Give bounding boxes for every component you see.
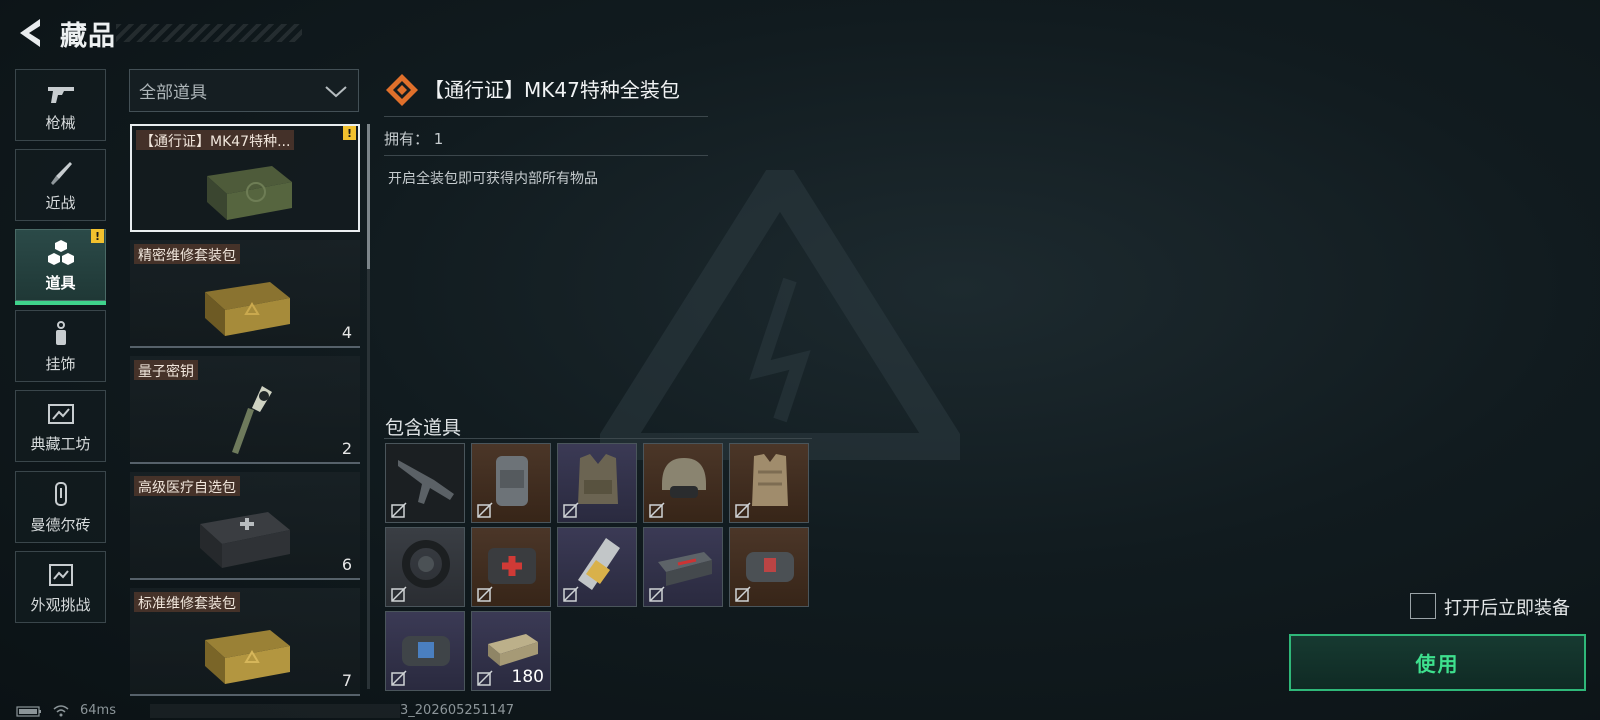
dropdown-selected-value: 全部道具 xyxy=(139,83,207,103)
medical-kit-case-image xyxy=(200,512,290,568)
brick-icon xyxy=(46,480,76,510)
content-slot[interactable] xyxy=(557,527,637,607)
category-mandel-brick[interactable]: 曼德尔砖 xyxy=(15,471,106,543)
bound-icon xyxy=(649,502,665,518)
list-item[interactable]: 标准维修套装包 7 xyxy=(130,588,360,696)
category-label: 道具 xyxy=(45,273,76,292)
alert-badge: ! xyxy=(91,229,104,243)
alert-badge: ! xyxy=(343,126,356,140)
category-label: 外观挑战 xyxy=(30,595,91,614)
list-scrollbar-thumb[interactable] xyxy=(367,124,370,269)
bound-icon xyxy=(391,502,407,518)
bound-icon xyxy=(649,586,665,602)
equip-immediately-checkbox[interactable] xyxy=(1410,593,1436,619)
bound-icon xyxy=(735,586,751,602)
challenge-icon xyxy=(46,560,76,590)
list-item[interactable]: 精密维修套装包 4 xyxy=(130,240,360,348)
item-filter-dropdown[interactable]: 全部道具 xyxy=(129,69,359,112)
contents-heading: 包含道具 xyxy=(385,417,462,439)
cubes-icon xyxy=(46,238,76,268)
network-ping: 64ms xyxy=(80,703,116,718)
build-version: 3_202605251147 xyxy=(400,703,515,718)
owned-value: 1 xyxy=(433,130,444,148)
item-count: 7 xyxy=(341,671,352,690)
bound-icon xyxy=(477,586,493,602)
list-item[interactable]: 量子密钥 2 xyxy=(130,356,360,464)
use-button-label: 使用 xyxy=(1415,652,1460,676)
divider xyxy=(384,438,812,439)
bound-icon xyxy=(563,586,579,602)
item-count: 2 xyxy=(341,439,352,458)
list-item[interactable]: 高级医疗自选包 6 xyxy=(130,472,360,580)
bound-icon xyxy=(563,502,579,518)
equip-immediately-label: 打开后立即装备 xyxy=(1444,598,1570,619)
content-slot[interactable] xyxy=(729,443,809,523)
category-workshop[interactable]: 典藏工坊 xyxy=(15,390,106,462)
title-decoration xyxy=(116,24,302,42)
content-slot[interactable]: 180 xyxy=(471,611,551,691)
page-title: 藏品 xyxy=(60,21,116,52)
content-slot[interactable] xyxy=(385,527,465,607)
bound-icon xyxy=(477,502,493,518)
divider xyxy=(384,116,708,117)
content-slot[interactable] xyxy=(643,443,723,523)
content-slot[interactable] xyxy=(385,443,465,523)
category-label: 近战 xyxy=(45,193,76,212)
bound-icon xyxy=(735,502,751,518)
quantum-key-image xyxy=(232,386,272,454)
content-slot[interactable] xyxy=(471,527,551,607)
build-id-mask xyxy=(150,704,400,718)
item-name: 精密维修套装包 xyxy=(134,244,240,264)
category-firearms[interactable]: 枪械 xyxy=(15,69,106,141)
item-quantity: 180 xyxy=(511,667,544,687)
content-slot[interactable] xyxy=(471,443,551,523)
category-label: 枪械 xyxy=(45,113,76,132)
owned-count: 拥有： 1 xyxy=(384,128,443,149)
item-name: 标准维修套装包 xyxy=(134,592,240,612)
category-items[interactable]: 道具 ! xyxy=(15,229,106,305)
content-slot[interactable] xyxy=(643,527,723,607)
category-label: 曼德尔砖 xyxy=(30,515,91,534)
item-count: 4 xyxy=(341,323,352,342)
category-appearance-challenge[interactable]: 外观挑战 xyxy=(15,551,106,623)
item-name: 高级医疗自选包 xyxy=(134,476,240,496)
item-count: 6 xyxy=(341,555,352,574)
gun-icon xyxy=(46,78,76,108)
background-emblem xyxy=(600,170,960,460)
frame-icon xyxy=(46,399,76,429)
bound-icon xyxy=(391,670,407,686)
item-name: 【通行证】MK47特种... xyxy=(136,130,295,150)
use-button[interactable]: 使用 xyxy=(1289,634,1586,691)
content-slot[interactable] xyxy=(385,611,465,691)
content-slot[interactable] xyxy=(729,527,809,607)
owned-label: 拥有： xyxy=(384,130,430,148)
item-detail-title: 【通行证】MK47特种全装包 xyxy=(424,78,680,102)
divider xyxy=(384,155,708,156)
diamond-icon xyxy=(386,74,418,106)
list-item[interactable]: 【通行证】MK47特种... ! xyxy=(130,124,360,232)
item-name: 量子密钥 xyxy=(134,360,198,380)
charm-icon xyxy=(46,319,76,349)
back-arrow-icon[interactable] xyxy=(14,16,46,50)
chevron-down-icon xyxy=(325,86,347,98)
category-label: 挂饰 xyxy=(45,354,76,373)
repair-kit-case-image xyxy=(205,282,290,336)
bound-icon xyxy=(391,586,407,602)
wifi-icon xyxy=(53,705,69,717)
loadout-case-image xyxy=(207,166,292,220)
repair-kit-case-image xyxy=(205,630,290,684)
bound-icon xyxy=(477,670,493,686)
content-slot[interactable] xyxy=(557,443,637,523)
knife-icon xyxy=(46,158,76,188)
item-description: 开启全装包即可获得内部所有物品 xyxy=(388,171,598,187)
category-label: 典藏工坊 xyxy=(30,434,91,453)
battery-icon xyxy=(16,706,41,717)
category-melee[interactable]: 近战 xyxy=(15,149,106,221)
category-charms[interactable]: 挂饰 xyxy=(15,310,106,382)
